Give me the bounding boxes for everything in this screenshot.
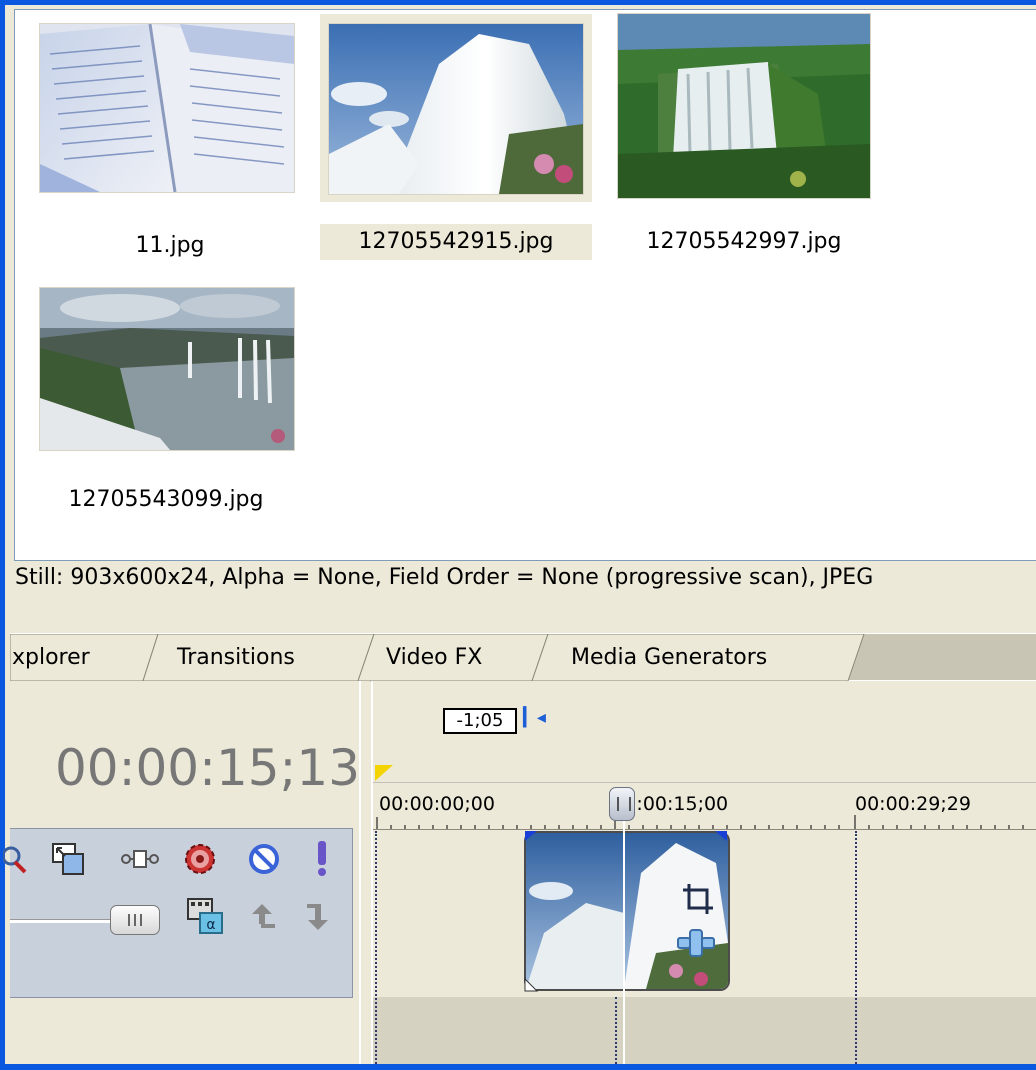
pan-crop-icon[interactable]	[48, 839, 88, 879]
track-list-pane: 00:00:15;13 α	[3, 681, 370, 1064]
playhead-handle[interactable]	[609, 787, 635, 821]
time-ruler[interactable]	[373, 701, 1036, 783]
window-tab-bar: xplorer Transitions Video FX Media Gener…	[10, 633, 1036, 682]
make-child-icon[interactable]	[298, 897, 338, 937]
tab-label: xplorer	[12, 645, 90, 670]
second-track-lane[interactable]	[373, 997, 1036, 1064]
app-window: 11.jpg 12705542915.jpg 12705542997.jpg 1…	[0, 0, 1036, 1070]
video-track-header[interactable]: α	[3, 828, 353, 998]
file-name: 12705542915.jpg	[320, 224, 592, 260]
explorer-file-list[interactable]: 11.jpg 12705542915.jpg 12705542997.jpg 1…	[14, 9, 1036, 561]
level-slider-track[interactable]	[10, 919, 120, 923]
tab-label: Video FX	[386, 645, 483, 670]
thumbnail-quran-book	[40, 24, 294, 192]
file-name: 12705542997.jpg	[646, 229, 842, 254]
file-name: 11.jpg	[135, 233, 205, 258]
media-properties-status: Still: 903x600x24, Alpha = None, Field O…	[15, 565, 874, 590]
file-name: 12705543099.jpg	[68, 487, 264, 512]
timeline-area[interactable]: -1;05 ▎◂ 00:00:00;00 ):00:15;00 00:00:29…	[371, 681, 1036, 1064]
svg-text:α: α	[206, 917, 215, 933]
mute-icon[interactable]	[244, 839, 284, 879]
track-fx-gear-icon[interactable]	[180, 839, 220, 879]
zoom-icon[interactable]	[0, 839, 38, 879]
timecode-display: 00:00:15;13	[55, 739, 361, 797]
thumbnail-waterfall	[329, 24, 583, 194]
solo-icon[interactable]	[302, 839, 342, 879]
make-parent-icon[interactable]	[242, 897, 282, 937]
playhead-line	[623, 793, 625, 1064]
level-slider-thumb[interactable]	[110, 905, 160, 935]
pane-divider[interactable]	[359, 681, 361, 1064]
tab-video-fx[interactable]: Video FX	[386, 634, 482, 682]
thumbnail-green-waterfall	[618, 14, 870, 198]
grid-line	[855, 831, 857, 1064]
grid-line	[615, 997, 617, 1064]
ruler-label-30s: 00:00:29;29	[855, 793, 971, 815]
ruler-label-15s: ):00:15;00	[629, 793, 729, 815]
tab-explorer[interactable]: xplorer	[12, 634, 90, 682]
tab-media-generators[interactable]: Media Generators	[571, 634, 767, 682]
track-motion-icon[interactable]	[120, 839, 160, 879]
ruler-label-start: 00:00:00;00	[379, 793, 495, 815]
grid-line	[375, 831, 377, 1064]
tab-transitions[interactable]: Transitions	[177, 634, 295, 682]
tab-label: Media Generators	[571, 645, 768, 670]
compositing-mode-icon[interactable]: α	[186, 897, 226, 937]
clip-fade-handles	[524, 831, 727, 992]
tab-label: Transitions	[177, 645, 295, 670]
thumbnail-canyon-falls	[40, 288, 294, 450]
